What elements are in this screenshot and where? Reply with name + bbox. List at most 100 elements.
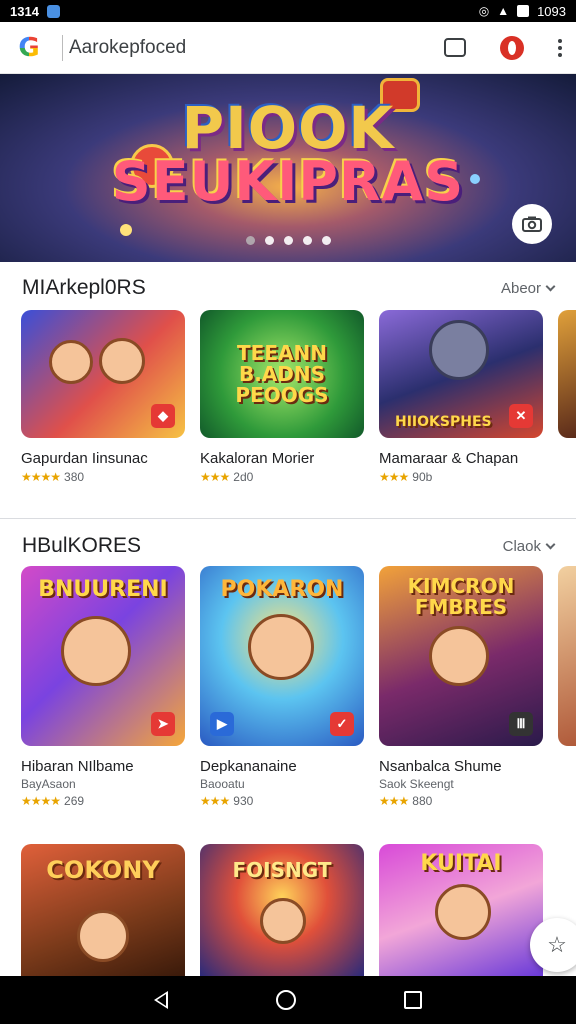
app-card[interactable]: ◆ Gapurdan Iinsunac ★★★★ 380 bbox=[21, 310, 185, 484]
app-thumbnail[interactable]: KIMCRON FMBRES Ⅲ bbox=[379, 566, 543, 746]
rating-stars: ★★★ bbox=[200, 470, 230, 484]
app-art-text: KUITAI bbox=[420, 851, 502, 876]
app-art-text: COKONY bbox=[46, 856, 160, 884]
play-badge-icon: ◆ bbox=[151, 404, 175, 428]
app-rating: ★★★★ 380 bbox=[21, 470, 185, 484]
recents-icon[interactable] bbox=[404, 991, 422, 1009]
app-thumbnail[interactable] bbox=[558, 566, 576, 746]
section-marketplace: MIArkepl0RS Abeor ◆ Gapurdan Iinsunac ★★… bbox=[0, 268, 576, 484]
app-rating: ★★★ 930 bbox=[200, 794, 364, 808]
app-card-peek[interactable] bbox=[558, 566, 576, 808]
chevron-down-icon bbox=[545, 281, 556, 291]
rating-stars: ★★★ bbox=[200, 794, 230, 808]
play-badge-icon: ▶ bbox=[210, 712, 234, 736]
carousel-dot[interactable] bbox=[245, 236, 255, 245]
app-name: Nsanbalca Shume bbox=[379, 758, 502, 775]
camera-icon[interactable] bbox=[512, 204, 552, 244]
app-thumbnail[interactable]: FOISNGT bbox=[200, 844, 364, 976]
app-thumbnail[interactable]: COKONY bbox=[21, 844, 185, 976]
app-art-text: TEEANN B.ADNS PEOOGS bbox=[235, 340, 329, 407]
url-divider bbox=[62, 34, 63, 61]
carousel-dots bbox=[0, 236, 576, 245]
app-rating: ★★★ 880 bbox=[379, 794, 543, 808]
app-art-text: HIIOKSPHES bbox=[395, 414, 492, 431]
section-divider bbox=[0, 518, 576, 519]
status-icons: ◎ ▲ 1093 bbox=[479, 4, 566, 19]
app-art-text: KIMCRON FMBRES bbox=[407, 574, 515, 619]
system-nav-bar bbox=[0, 976, 576, 1024]
signal-icon: ▲ bbox=[497, 4, 510, 18]
carousel-dot[interactable] bbox=[302, 236, 312, 245]
carousel-dot[interactable] bbox=[283, 236, 293, 245]
rating-stars: ★★★ bbox=[379, 470, 409, 484]
menu-icon[interactable] bbox=[558, 38, 562, 57]
app-thumbnail[interactable]: POKARON ▶ ✓ bbox=[200, 566, 364, 746]
app-art-text: BNUURENI bbox=[38, 577, 168, 602]
tabs-icon[interactable] bbox=[444, 38, 466, 57]
browser-toolbar: G Aarokepfoced bbox=[0, 22, 576, 74]
star-fab-icon[interactable]: ☆ bbox=[530, 918, 576, 972]
app-developer: Saok Skeengt bbox=[379, 777, 454, 791]
rating-stars: ★★★ bbox=[379, 794, 409, 808]
play-badge-icon: ✓ bbox=[330, 712, 354, 736]
home-icon[interactable] bbox=[276, 990, 296, 1010]
app-name: Depkananaine bbox=[200, 758, 297, 775]
carousel-dot[interactable] bbox=[321, 236, 331, 245]
account-icon[interactable] bbox=[500, 35, 524, 60]
hero-banner[interactable]: PIOOK SEUKIPRAS bbox=[0, 74, 576, 262]
rating-stars: ★★★★ bbox=[21, 794, 61, 808]
play-badge-icon: Ⅲ bbox=[509, 712, 533, 736]
app-developer: Baooatu bbox=[200, 777, 245, 791]
google-logo-icon[interactable]: G bbox=[14, 33, 44, 63]
app-thumbnail[interactable]: HIIOKSPHES ✕ bbox=[379, 310, 543, 438]
app-card[interactable]: FOISNGT bbox=[200, 844, 364, 976]
address-bar[interactable]: Aarokepfoced bbox=[69, 37, 186, 59]
app-card[interactable]: POKARON ▶ ✓ Depkananaine Baooatu ★★★ 930 bbox=[200, 566, 364, 808]
app-thumbnail[interactable] bbox=[558, 310, 576, 438]
rating-stars: ★★★★ bbox=[21, 470, 61, 484]
app-card[interactable]: KIMCRON FMBRES Ⅲ Nsanbalca Shume Saok Sk… bbox=[379, 566, 543, 808]
section-more-label: Claok bbox=[502, 537, 541, 555]
app-card[interactable]: HIIOKSPHES ✕ Mamaraar & Chapan ★★★ 90b bbox=[379, 310, 543, 484]
app-thumbnail[interactable]: TEEANN B.ADNS PEOOGS bbox=[200, 310, 364, 438]
section-more-label: Abeor bbox=[500, 279, 541, 297]
app-name: Mamaraar & Chapan bbox=[379, 450, 519, 467]
app-developer: BayAsaon bbox=[21, 777, 76, 791]
app-rating: ★★★ 90b bbox=[379, 470, 543, 484]
app-art-text: FOISNGT bbox=[232, 858, 332, 882]
play-badge-icon: ✕ bbox=[509, 404, 533, 428]
carousel-dot[interactable] bbox=[264, 236, 274, 245]
app-art-text: POKARON bbox=[220, 577, 344, 602]
status-time: 1314 bbox=[10, 3, 39, 19]
section-title: MIArkepl0RS bbox=[22, 276, 146, 299]
app-thumbnail[interactable]: KUITAI bbox=[379, 844, 543, 976]
chevron-down-icon bbox=[545, 539, 556, 549]
app-card[interactable]: TEEANN B.ADNS PEOOGS Kakaloran Morier ★★… bbox=[200, 310, 364, 484]
section-more-button[interactable]: Claok bbox=[502, 537, 556, 555]
app-thumbnail[interactable]: BNUURENI ➤ bbox=[21, 566, 185, 746]
app-rating: ★★★ 2d0 bbox=[200, 470, 364, 484]
rating-text: 880 bbox=[412, 794, 433, 808]
section-title: HBulKORES bbox=[22, 534, 142, 557]
hero-title-line2: SEUKIPRAS bbox=[111, 150, 465, 213]
app-name: Gapurdan Iinsunac bbox=[21, 450, 148, 467]
app-thumbnail[interactable]: ◆ bbox=[21, 310, 185, 438]
notification-app-icon bbox=[46, 4, 60, 18]
section-more-button[interactable]: Abeor bbox=[500, 279, 556, 297]
rating-text: 930 bbox=[233, 794, 254, 808]
rating-text: 2d0 bbox=[233, 470, 254, 484]
section-third: COKONY FOISNGT KUITAI bbox=[0, 844, 576, 976]
back-icon[interactable] bbox=[154, 991, 168, 1009]
app-rating: ★★★★ 269 bbox=[21, 794, 185, 808]
rating-text: 380 bbox=[64, 470, 85, 484]
battery-icon bbox=[517, 5, 530, 17]
play-badge-icon: ➤ bbox=[151, 712, 175, 736]
app-name: Kakaloran Morier bbox=[200, 450, 315, 467]
alarm-icon: ◎ bbox=[478, 4, 490, 18]
app-card-peek[interactable] bbox=[558, 310, 576, 484]
app-card[interactable]: COKONY bbox=[21, 844, 185, 976]
rating-text: 269 bbox=[64, 794, 85, 808]
app-card[interactable]: KUITAI bbox=[379, 844, 543, 976]
app-name: Hibaran NIlbame bbox=[21, 758, 134, 775]
app-card[interactable]: BNUURENI ➤ Hibaran NIlbame BayAsaon ★★★★… bbox=[21, 566, 185, 808]
